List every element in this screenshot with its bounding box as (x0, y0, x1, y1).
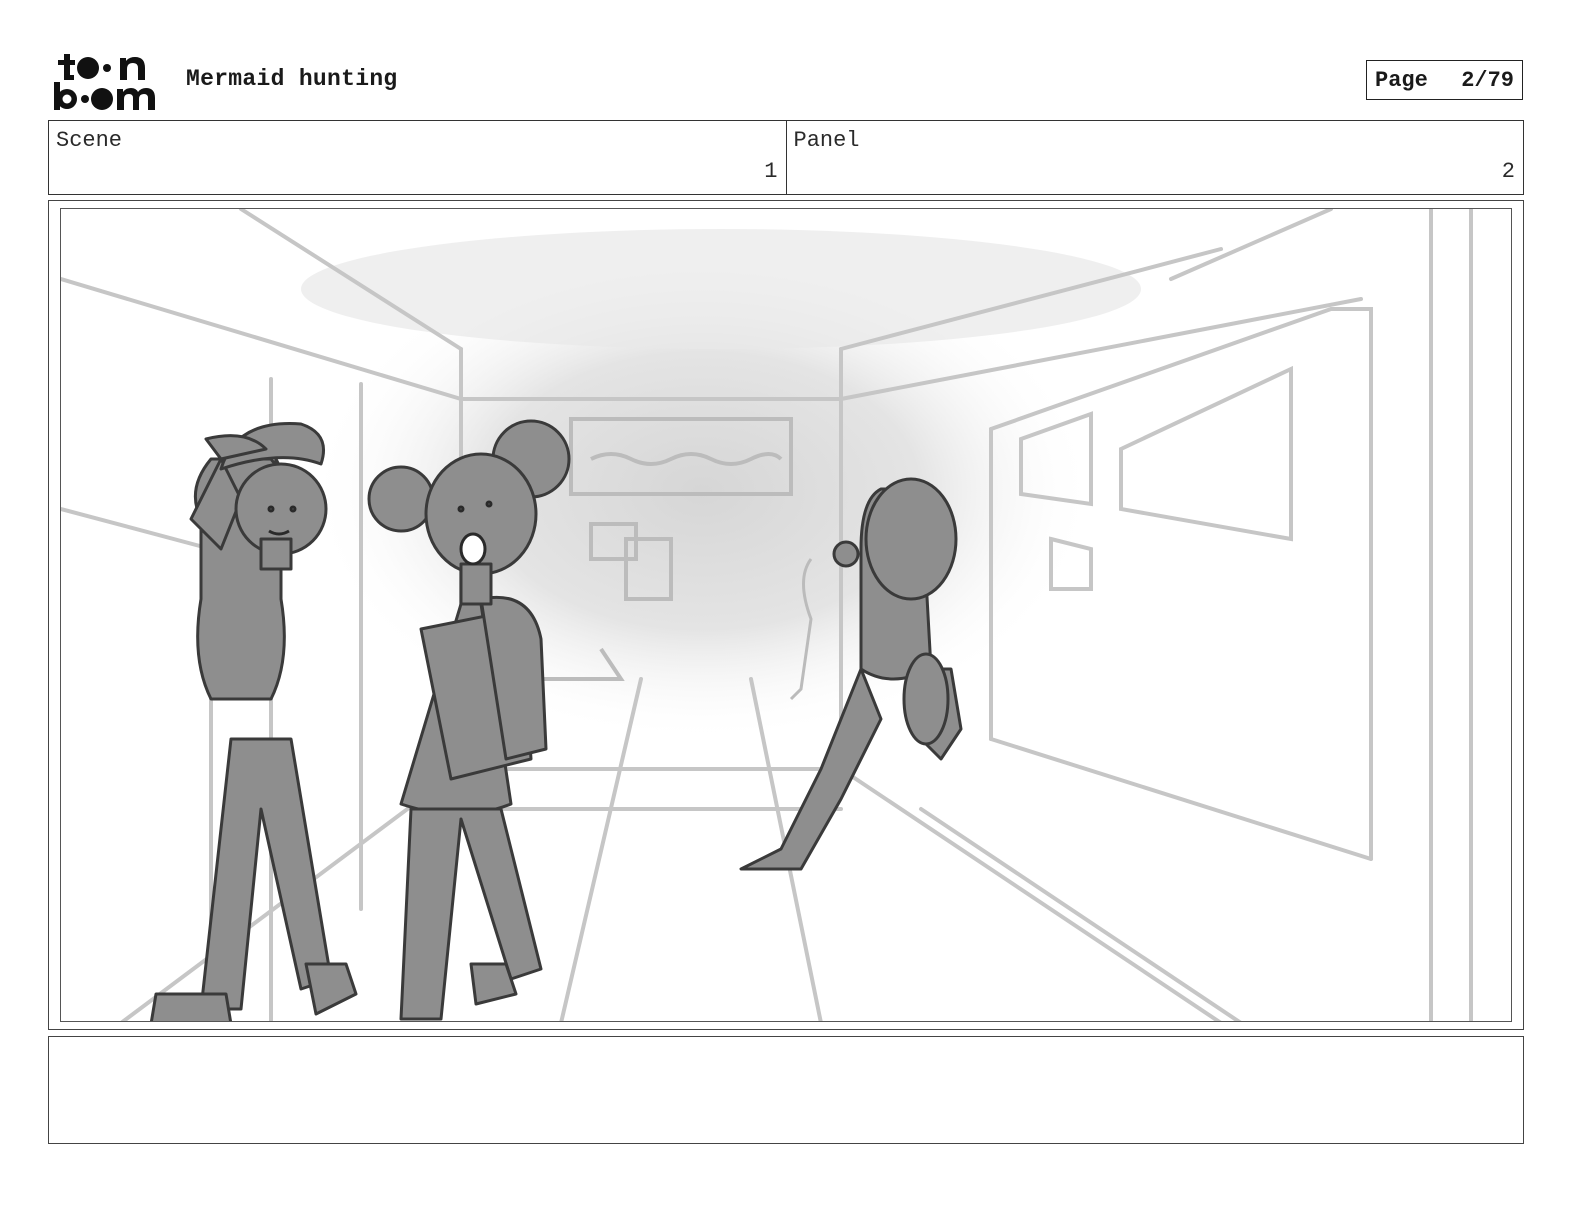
page-label: Page (1375, 67, 1428, 93)
scene-panel-row: Scene 1 Panel 2 (48, 120, 1524, 195)
toonboom-logo: toon boom (52, 52, 164, 112)
scene-label: Scene (56, 128, 123, 153)
page-indicator: Page 2/79 (1366, 60, 1523, 100)
storyboard-panel-image (60, 208, 1512, 1022)
scene-cell: Scene 1 (49, 121, 786, 194)
scene-number: 1 (764, 159, 778, 184)
panel-notes-box[interactable] (48, 1036, 1524, 1144)
document-title: Mermaid hunting (186, 66, 398, 92)
panel-number: 2 (1501, 159, 1515, 184)
panel-label: Panel (793, 128, 860, 153)
panel-cell: Panel 2 (785, 121, 1524, 194)
page-number: 2/79 (1461, 67, 1514, 93)
